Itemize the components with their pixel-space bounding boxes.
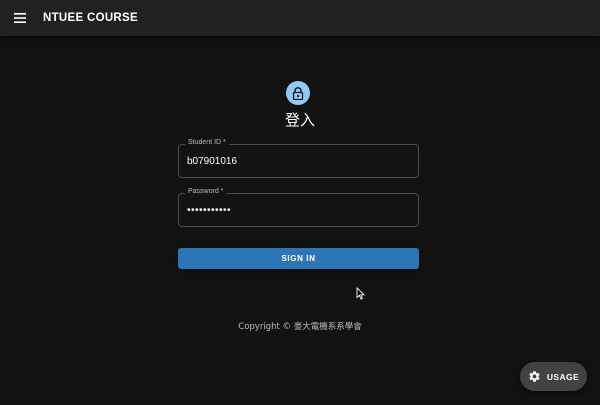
app-title: NTUEE COURSE bbox=[43, 12, 138, 24]
password-field[interactable]: Password * bbox=[178, 188, 419, 227]
mouse-cursor-icon bbox=[356, 287, 365, 300]
app-bar: NTUEE COURSE bbox=[0, 0, 600, 36]
usage-label: USAGE bbox=[546, 371, 580, 382]
usage-button[interactable]: USAGE bbox=[520, 362, 587, 391]
password-input[interactable] bbox=[187, 194, 412, 226]
menu-button[interactable] bbox=[6, 4, 34, 32]
student-id-input[interactable] bbox=[187, 145, 412, 177]
hamburger-menu-icon bbox=[14, 13, 26, 23]
lock-avatar bbox=[286, 81, 310, 105]
lock-icon bbox=[292, 86, 304, 100]
gear-icon bbox=[529, 371, 540, 382]
copyright-text: Copyright © 臺大電機系系學會 bbox=[238, 322, 362, 332]
sign-in-button[interactable]: SIGN IN bbox=[178, 248, 419, 269]
login-title: 登入 bbox=[284, 111, 315, 129]
student-id-field[interactable]: Student ID * bbox=[178, 139, 419, 178]
